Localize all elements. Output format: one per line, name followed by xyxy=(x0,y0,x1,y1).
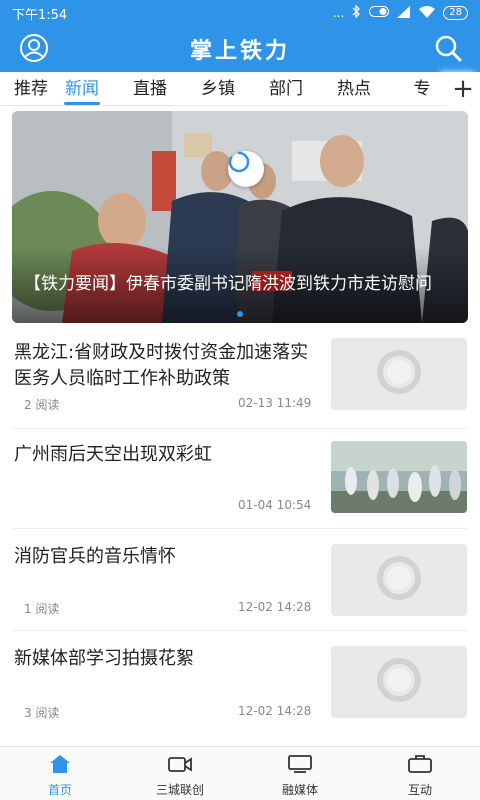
divider xyxy=(12,630,468,631)
news-item[interactable]: 广州雨后天空出现双彩虹 01-04 10:54 xyxy=(0,430,480,528)
news-title: 广州雨后天空出现双彩虹 xyxy=(14,444,212,465)
news-date: 02-13 11:49 xyxy=(238,396,312,410)
news-title: 消防官兵的音乐情怀 xyxy=(14,546,176,567)
news-title: 黑龙江:省财政及时拨付资金加速落实医务人员临时工作补助政策 xyxy=(14,342,309,389)
channel-tabs: 推荐 新闻 直播 乡镇 部门 热点 专 + xyxy=(0,72,480,106)
loading-placeholder-icon xyxy=(374,553,424,607)
carousel-indicator xyxy=(12,311,468,317)
nav-media[interactable]: 融媒体 xyxy=(240,747,360,800)
news-item[interactable]: 黑龙江:省财政及时拨付资金加速落实医务人员临时工作补助政策 2 阅读 02-13… xyxy=(0,330,480,428)
video-camera-icon xyxy=(167,754,193,778)
loading-spinner-icon xyxy=(228,151,264,187)
news-read-count: 2 阅读 xyxy=(24,398,60,412)
news-date: 12-02 14:28 xyxy=(238,600,312,614)
bluetooth-icon xyxy=(352,4,361,21)
monitor-icon xyxy=(287,754,313,778)
news-thumbnail xyxy=(331,544,467,616)
app-header: 掌上铁力 xyxy=(0,26,480,72)
mute-toggle-icon xyxy=(369,6,390,20)
more-dots-icon: ... xyxy=(332,6,345,20)
nav-interaction[interactable]: 互动 xyxy=(360,747,480,800)
news-thumbnail xyxy=(331,338,467,410)
wifi-icon xyxy=(419,5,436,21)
search-button[interactable] xyxy=(430,32,466,68)
add-channel-button[interactable]: + xyxy=(446,72,480,106)
news-read-count: 1 阅读 xyxy=(24,602,60,616)
status-icons: ... 28 xyxy=(332,4,468,21)
search-icon xyxy=(433,33,463,67)
tab-towns[interactable]: 乡镇 xyxy=(184,73,252,105)
news-title: 新媒体部学习拍摄花絮 xyxy=(14,648,194,669)
loading-placeholder-icon xyxy=(374,655,424,709)
nav-three-cities[interactable]: 三城联创 xyxy=(120,747,240,800)
divider xyxy=(12,428,468,429)
nav-home[interactable]: 首页 xyxy=(0,747,120,800)
news-thumbnail xyxy=(331,646,467,718)
news-photo xyxy=(331,441,467,513)
nav-label: 首页 xyxy=(47,783,72,797)
news-thumbnail xyxy=(331,441,467,513)
home-icon xyxy=(49,754,71,778)
tab-hot[interactable]: 热点 xyxy=(320,73,388,105)
status-bar: 下午1:54 ... 28 xyxy=(0,0,480,26)
user-circle-icon xyxy=(19,33,49,67)
tab-live[interactable]: 直播 xyxy=(116,73,184,105)
tab-news[interactable]: 新闻 xyxy=(48,73,116,105)
nav-label: 互动 xyxy=(407,783,432,797)
tab-list: 推荐 新闻 直播 乡镇 部门 热点 专 xyxy=(0,73,446,105)
carousel-dot xyxy=(237,311,243,317)
app-title: 掌上铁力 xyxy=(189,39,290,64)
profile-button[interactable] xyxy=(16,32,52,68)
featured-banner[interactable]: 【铁力要闻】伊春市委副书记隋洪波到铁力市走访慰问 xyxy=(12,111,468,323)
cell-signal-icon xyxy=(397,5,411,21)
battery-indicator: 28 xyxy=(443,6,468,20)
news-read-count: 3 阅读 xyxy=(24,706,60,720)
tab-departments[interactable]: 部门 xyxy=(252,73,320,105)
nav-label: 三城联创 xyxy=(155,783,204,797)
status-time: 下午1:54 xyxy=(12,7,68,23)
loading-placeholder-icon xyxy=(374,347,424,401)
briefcase-icon xyxy=(407,754,433,778)
tab-recommend[interactable]: 推荐 xyxy=(14,73,48,105)
bottom-navigation: 首页 三城联创 融媒体 互动 xyxy=(0,746,480,800)
news-item[interactable]: 消防官兵的音乐情怀 1 阅读 12-02 14:28 xyxy=(0,530,480,628)
tab-special[interactable]: 专 xyxy=(388,73,446,105)
news-date: 12-02 14:28 xyxy=(238,704,312,718)
nav-label: 融媒体 xyxy=(281,783,318,797)
news-date: 01-04 10:54 xyxy=(238,498,312,512)
divider xyxy=(12,528,468,529)
news-item[interactable]: 新媒体部学习拍摄花絮 3 阅读 12-02 14:28 xyxy=(0,632,480,730)
